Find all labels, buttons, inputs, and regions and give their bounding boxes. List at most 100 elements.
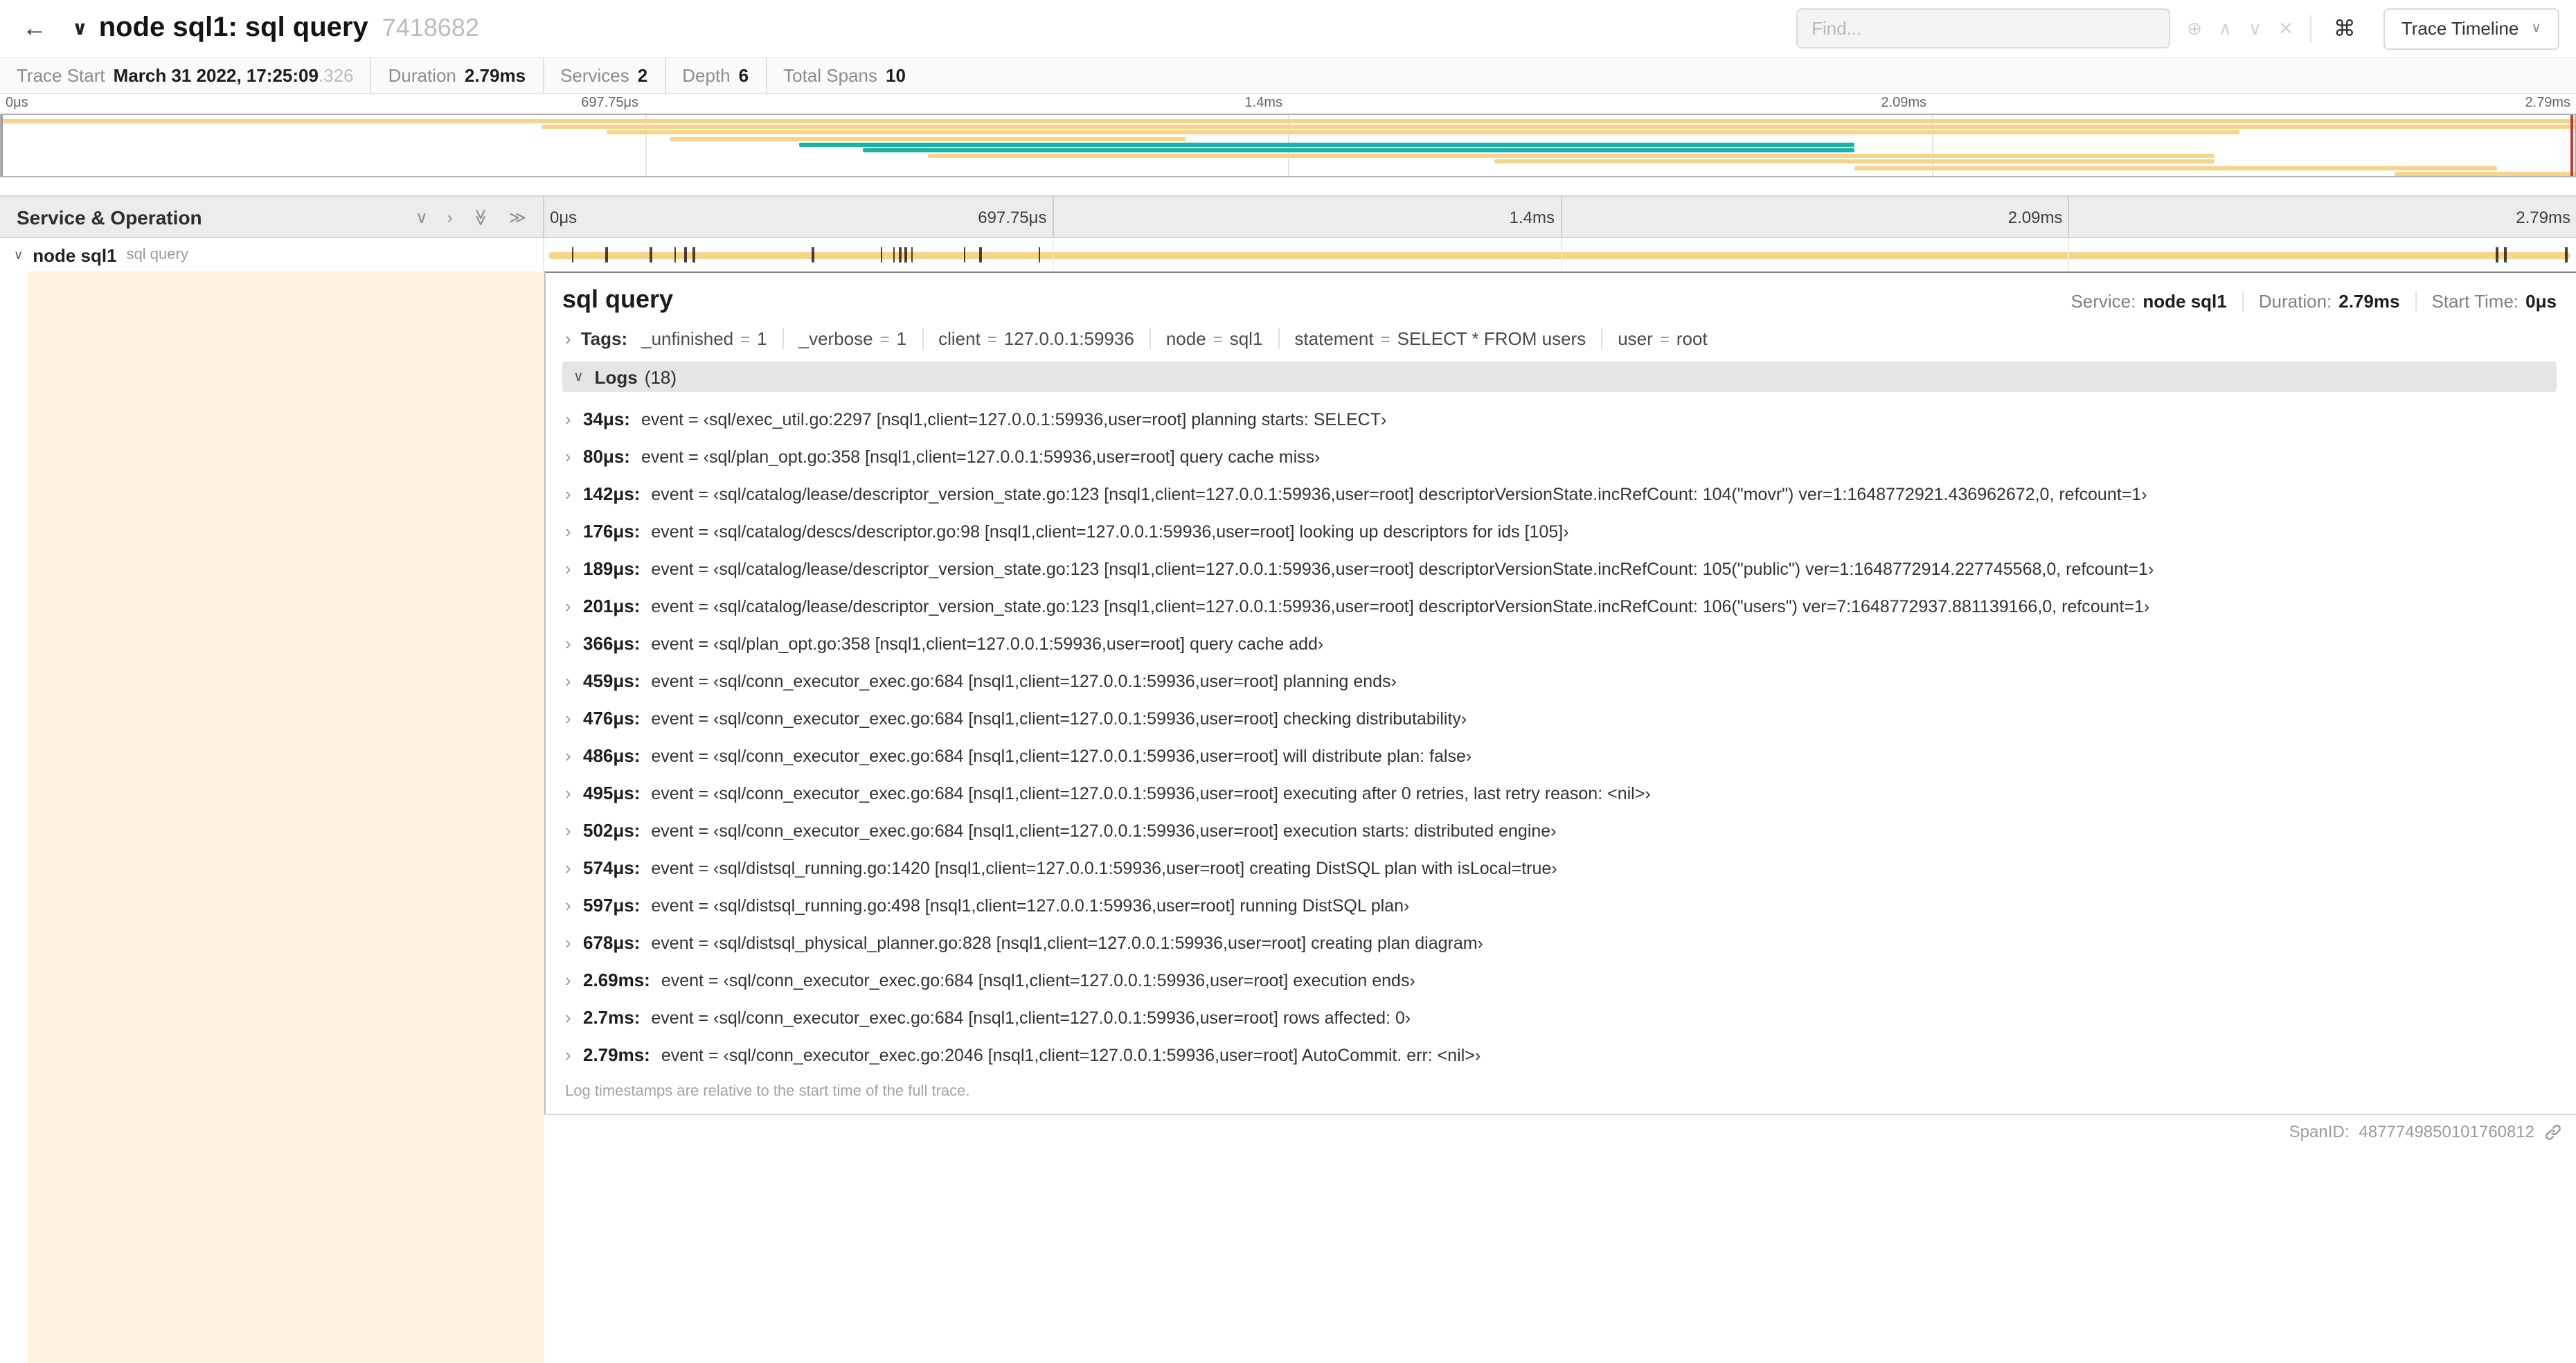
log-entry[interactable]: › 2.69ms: event = ‹sql/conn_executor_exec.… [565,961,2557,999]
prev-result-icon[interactable]: ∧ [2219,17,2232,39]
logs-section-header[interactable]: ∨ Logs (18) [562,362,2557,392]
minimap-tick-labels: 0μs 697.75μs 1.4ms 2.09ms 2.79ms [0,94,2576,114]
timeline-tick-label: 2.09ms [1881,96,1926,111]
log-timestamp: 189μs: [583,558,641,579]
log-entry[interactable]: › 366μs: event = ‹sql/plan_opt.go:358 [nsq… [565,625,2557,662]
span-operation-name: sql query [126,247,188,263]
log-entry[interactable]: › 459μs: event = ‹sql/conn_executor_exec.g… [565,662,2557,700]
timeline-ruler: 0μs 697.75μs 1.4ms 2.09ms 2.79ms [544,197,2576,237]
log-entry[interactable]: › 495μs: event = ‹sql/conn_executor_exec.g… [565,774,2557,812]
chevron-down-icon[interactable]: ∨ [573,369,584,384]
zoom-to-result-icon[interactable]: ⊕ [2187,17,2202,39]
span-detail-area: sql query Service: node sql1 Duration: 2… [0,271,2576,1363]
minimap-span-bar [606,130,2240,135]
summary-value-fraction: .326 [318,64,354,85]
tag-key: statement [1294,328,1374,349]
summary-label: Trace Start [17,64,105,85]
log-timestamp: 366μs: [583,633,641,654]
log-entry[interactable]: › 2.7ms: event = ‹sql/conn_executor_exec.g… [565,999,2557,1036]
collapse-one-level-icon[interactable]: ∨ [415,207,428,226]
chevron-right-icon: › [565,783,571,803]
log-timestamp: 34μs: [583,409,630,429]
chevron-right-icon: › [565,521,571,542]
minimap-canvas[interactable] [0,114,2576,177]
minimap-span-bar [927,154,2215,159]
timeline-tick-label: 2.09ms [2007,207,2063,226]
expand-all-icon[interactable]: ≫ [509,207,526,226]
log-event-text: event = ‹sql/conn_executor_exec.go:684 [… [651,746,1472,765]
log-entry[interactable]: › 476μs: event = ‹sql/conn_executor_exec.g… [565,700,2557,737]
tags-row[interactable]: › Tags: _unfinished = 1 _verbose = 1 client = 12… [565,328,2557,349]
timeline-gridline [2068,238,2070,271]
equals-sign: = [1659,330,1670,349]
log-entry[interactable]: › 597μs: event = ‹sql/distsql_running.go:4… [565,887,2557,924]
next-result-icon[interactable]: ∨ [2248,17,2262,39]
log-entry[interactable]: › 486μs: event = ‹sql/conn_executor_exec.g… [565,737,2557,774]
log-marker-tick [674,247,677,262]
timeline-tick-label: 697.75μs [581,96,638,111]
log-entry[interactable]: › 80μs: event = ‹sql/plan_opt.go:358 [nsql… [565,438,2557,475]
trace-view-selector[interactable]: Trace Timeline ∨ [2383,8,2559,49]
span-duration-meta: Duration: 2.79ms [2242,291,2415,312]
log-entry[interactable]: › 176μs: event = ‹sql/catalog/descs/descri… [565,513,2557,550]
log-entry[interactable]: › 2.79ms: event = ‹sql/conn_executor_exec.… [565,1036,2557,1074]
summary-label: Services [560,64,629,85]
chevron-right-icon: › [565,970,571,990]
log-entry[interactable]: › 142μs: event = ‹sql/catalog/lease/descri… [565,475,2557,513]
tag-value: 1 [757,328,767,349]
duration-value: 2.79ms [2338,291,2400,312]
timeline-header: Service & Operation ∨ › ≫ ≫ 0μs 697.75μs 1… [0,195,2576,238]
tag-item: _verbose = 1 [782,328,922,349]
summary-label: Depth [682,64,731,85]
log-event-text: event = ‹sql/plan_opt.go:358 [nsql1,clie… [641,447,1321,466]
find-input[interactable] [1796,8,2171,48]
keyboard-shortcuts-button[interactable]: ⌘ [2328,15,2361,42]
chevron-down-icon[interactable]: ∨ [14,247,23,262]
log-event-text: event = ‹sql/conn_executor_exec.go:684 [… [651,821,1557,840]
service-label: Service: [2070,291,2136,312]
span-bar[interactable] [548,247,2570,262]
collapse-all-icon[interactable]: ≫ [471,208,490,225]
log-marker-tick [812,247,814,262]
start-time-value: 0μs [2525,291,2557,312]
timeline-tick-label: 1.4ms [1244,96,1282,111]
summary-item: Duration 2.79ms [370,57,542,93]
timeline-gridline [2068,197,2070,237]
tags-label: Tags: [580,328,628,349]
log-timestamp: 678μs: [583,932,641,953]
link-icon[interactable] [2544,1123,2562,1141]
duration-label: Duration: [2258,291,2332,312]
log-entry[interactable]: › 678μs: event = ‹sql/distsql_physical_pla… [565,924,2557,961]
log-timestamp: 2.69ms: [583,970,650,990]
log-marker-tick [911,247,913,262]
expand-one-level-icon[interactable]: › [447,207,453,226]
clear-find-icon[interactable]: ✕ [2278,17,2293,39]
summary-value: 6 [738,64,749,85]
log-entry[interactable]: › 201μs: event = ‹sql/catalog/lease/descri… [565,587,2557,625]
trace-header-collapse-icon[interactable]: ∨ [72,17,88,40]
tag-item: node = sql1 [1149,328,1278,349]
timeline-gridline [1052,238,1054,271]
span-id-label: SpanID: [2289,1122,2350,1141]
back-button[interactable]: ← [17,14,58,43]
minimap-range-handle[interactable] [1,115,3,176]
log-timestamp: 201μs: [583,596,641,616]
logs-footnote: Log timestamps are relative to the start… [565,1083,970,1100]
timeline-gridline [1560,238,1562,271]
tree-controls: ∨ › ≫ ≫ [415,207,526,226]
span-detail-meta: Service: node sql1 Duration: 2.79ms Star… [2055,291,2557,312]
log-entry[interactable]: › 189μs: event = ‹sql/catalog/lease/descri… [565,550,2557,587]
chevron-right-icon: › [565,483,571,504]
log-marker-tick [684,247,687,262]
chevron-right-icon: › [565,895,571,916]
span-name-cell[interactable]: ∨ node sql1 sql query [0,238,544,271]
chevron-right-icon[interactable]: › [565,328,571,349]
start-time-label: Start Time: [2431,291,2519,312]
span-row: ∨ node sql1 sql query [0,238,2576,271]
log-event-text: event = ‹sql/conn_executor_exec.go:684 [… [651,709,1467,728]
log-entry[interactable]: › 502μs: event = ‹sql/conn_executor_exec.g… [565,812,2557,849]
log-entry[interactable]: › 34μs: event = ‹sql/exec_util.go:2297 [ns… [565,400,2557,438]
log-entry[interactable]: › 574μs: event = ‹sql/distsql_running.go:1… [565,849,2557,887]
summary-item: Trace Start March 31 2022, 17:25:09.326 [17,57,370,93]
log-marker-tick [2496,247,2498,262]
